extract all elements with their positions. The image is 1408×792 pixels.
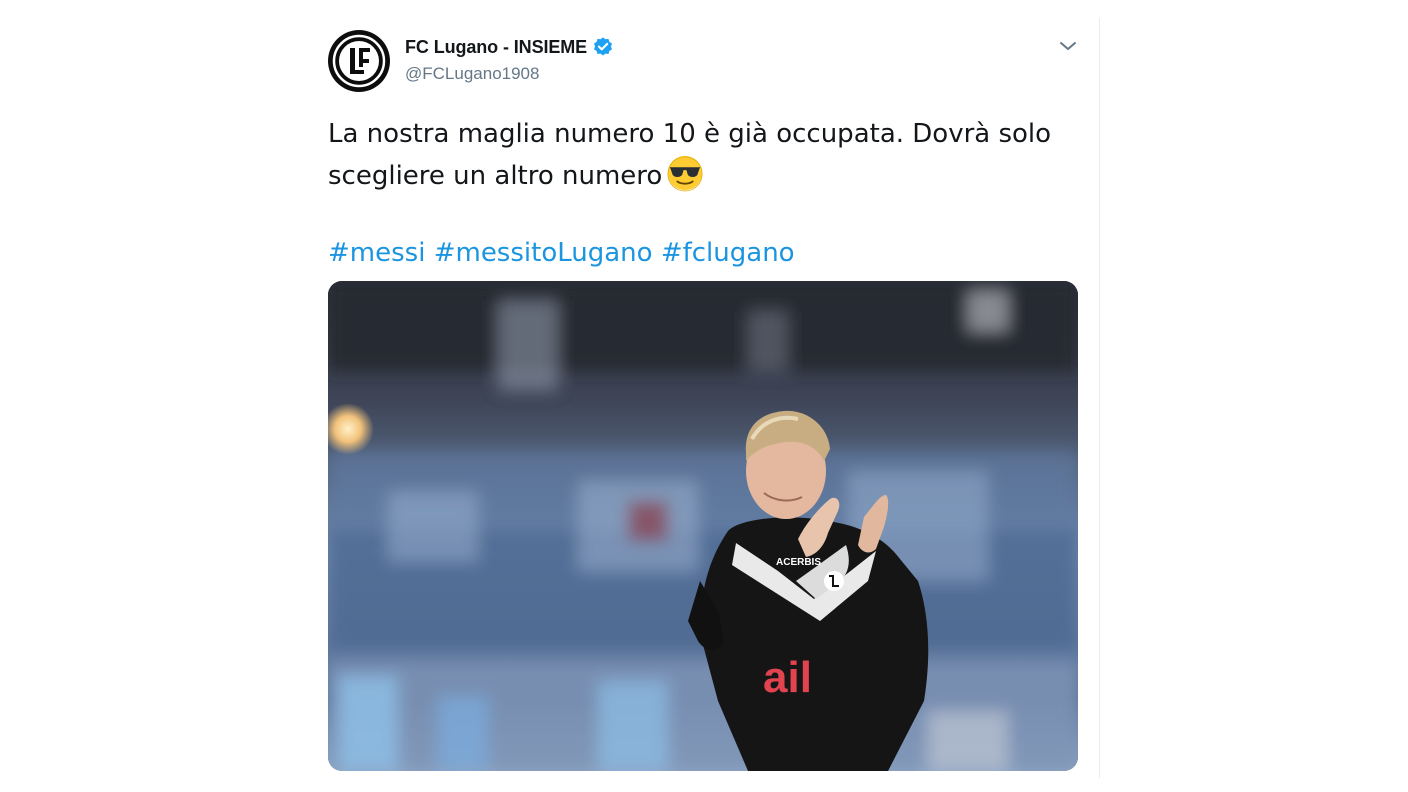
tweet-media-photo[interactable]: ail ACERBIS bbox=[328, 281, 1078, 771]
page: FC Lugano - INSIEME @FCLugano1908 La nos… bbox=[0, 0, 1408, 792]
sunglasses-emoji-icon bbox=[667, 155, 703, 192]
hashtag-messi[interactable]: #messi bbox=[328, 238, 425, 268]
hashtag-list: #messi #messitoLugano #fclugano bbox=[328, 233, 1080, 273]
column-divider bbox=[1099, 18, 1100, 778]
jersey-sponsor-text: ail bbox=[763, 653, 812, 702]
player-applauding-photo: ail ACERBIS bbox=[328, 281, 1078, 771]
fc-lugano-logo-icon bbox=[329, 31, 389, 91]
display-name-row: FC Lugano - INSIEME bbox=[405, 36, 614, 58]
tweet-text: La nostra maglia numero 10 è già occupat… bbox=[328, 114, 1080, 196]
hashtag-messitolugano[interactable]: #messitoLugano bbox=[434, 238, 653, 268]
jersey-brand-text: ACERBIS bbox=[776, 557, 821, 568]
tweet-header: FC Lugano - INSIEME @FCLugano1908 bbox=[328, 28, 1080, 92]
user-handle[interactable]: @FCLugano1908 bbox=[405, 64, 614, 84]
tweet-author: FC Lugano - INSIEME @FCLugano1908 bbox=[405, 36, 614, 84]
verified-badge-icon bbox=[594, 37, 613, 56]
chevron-down-icon[interactable] bbox=[1058, 36, 1078, 56]
hashtag-fclugano[interactable]: #fclugano bbox=[661, 238, 795, 268]
tweet-card: FC Lugano - INSIEME @FCLugano1908 La nos… bbox=[328, 28, 1080, 771]
display-name[interactable]: FC Lugano - INSIEME bbox=[405, 37, 587, 58]
avatar[interactable] bbox=[328, 30, 390, 92]
